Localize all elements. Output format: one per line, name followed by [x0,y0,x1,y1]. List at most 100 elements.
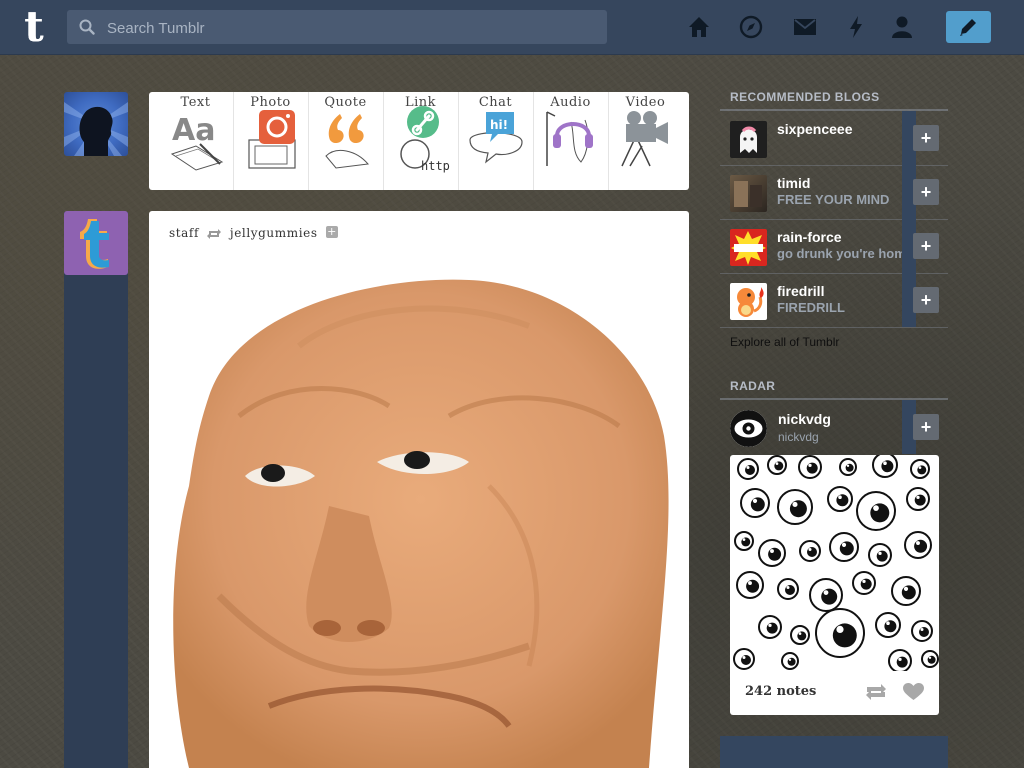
tumblr-logo[interactable]: t [14,6,54,48]
googly-eye [815,608,865,658]
silhouette-icon [64,102,128,156]
blog-avatar[interactable] [730,229,767,266]
svg-text:http: http [421,159,450,173]
blog-subtitle: FIREDRILL [777,300,845,315]
link-icon: http [400,106,450,173]
reblog-icon [207,228,222,239]
googly-eye [921,650,939,668]
googly-eye [852,571,876,595]
account-icon[interactable] [889,14,915,40]
googly-eye [891,576,921,606]
googly-eye [781,652,799,670]
googly-eye [809,578,843,612]
dashboard-post: staff jellygummies + [149,211,689,768]
googly-eye [790,625,810,645]
post-type-audio[interactable]: Audio [533,92,609,190]
post-type-photo[interactable]: Photo [233,92,309,190]
inbox-icon[interactable] [792,14,818,40]
search-box[interactable] [67,10,607,46]
post-type-text[interactable]: Text Aa [158,92,234,190]
search-input[interactable] [105,10,589,46]
radar-post-image[interactable] [730,455,939,673]
radar-blog-item[interactable]: nickvdg nickvdg + [720,400,948,454]
googly-eye [736,571,764,599]
eye-icon [730,410,767,447]
blog-avatar[interactable] [730,283,767,320]
post-type-chat[interactable]: Chat hi! [458,92,534,190]
radar-blog-avatar[interactable] [730,410,767,447]
googly-eye [758,615,782,639]
googly-eye [856,491,896,531]
chat-icon: hi! [469,112,523,164]
googly-eye [888,649,912,673]
follow-button[interactable]: + [913,233,939,259]
radar-blog-subtitle: nickvdg [778,430,819,444]
explore-icon[interactable] [738,14,764,40]
home-icon[interactable] [686,14,712,40]
follow-button[interactable]: + [913,179,939,205]
quote-icon [325,114,369,169]
post-avatar-rail [64,212,128,768]
radar-heading: RADAR [730,379,776,393]
svg-text:hi!: hi! [490,118,508,132]
follow-button[interactable]: + [913,414,939,440]
radar-blog-name[interactable]: nickvdg [778,411,831,427]
follow-button[interactable]: + [913,287,939,313]
charmander-icon [737,287,764,317]
googly-eye [798,455,822,479]
blog-name[interactable]: rain-force [777,229,842,245]
post-type-quote[interactable]: Quote [308,92,384,190]
googly-eye [758,539,786,567]
post-type-bar: Text Aa Photo Quote Link http Chat hi! A… [149,92,689,190]
pencil-icon [960,19,976,36]
sidebar-footer-strip [720,736,948,768]
googly-eye [904,531,932,559]
googly-eye [799,540,821,562]
reblog-icon[interactable] [865,683,887,701]
search-icon [79,19,95,35]
googly-eye [740,488,770,518]
radar-post[interactable]: 242 notes [730,455,939,715]
googly-eye [906,487,930,511]
activity-icon[interactable] [843,14,869,40]
recommended-blog-item[interactable]: firedrill FIREDRILL + [720,273,948,328]
googly-eye [737,458,759,480]
recommended-blog-item[interactable]: sixpenceee + [720,111,948,166]
user-avatar[interactable] [64,92,128,156]
post-type-video[interactable]: Video [608,92,683,190]
blog-name[interactable]: sixpenceee [777,121,853,137]
blog-name[interactable]: firedrill [777,283,824,299]
audio-icon [546,111,593,166]
blog-avatar[interactable] [730,121,767,158]
staff-avatar[interactable] [64,211,128,275]
googly-eye [733,648,755,670]
googly-eye [839,458,857,476]
blog-name[interactable]: timid [777,175,810,191]
follow-plus-icon[interactable]: + [326,226,339,238]
googly-eye [872,455,898,478]
svg-text:Aa: Aa [172,113,215,148]
googly-eye [911,620,933,642]
notes-count[interactable]: 242 notes [745,684,816,699]
comic-burst-icon [731,231,766,265]
explore-all-link[interactable]: Explore all of Tumblr [730,335,839,349]
follow-button[interactable]: + [913,125,939,151]
googly-eye [829,532,859,562]
googly-eye [875,612,901,638]
recommended-blog-item[interactable]: timid FREE YOUR MIND + [720,165,948,220]
like-heart-icon[interactable] [903,683,924,701]
compose-button[interactable] [946,11,991,43]
post-header: staff jellygummies + [169,226,339,240]
post-author[interactable]: staff [169,226,199,240]
recommended-blog-item[interactable]: rain-force go drunk you're hom + [720,219,948,274]
post-type-link[interactable]: Link http [383,92,459,190]
blog-subtitle: go drunk you're hom [777,246,906,261]
googly-eye [777,489,813,525]
post-reblogged-from[interactable]: jellygummies [230,226,318,240]
photo-thumbnail-icon [734,181,762,207]
photo-icon [248,110,296,169]
blog-avatar[interactable] [730,175,767,212]
post-photo[interactable] [149,266,689,768]
top-navigation-bar: t [0,0,1024,55]
ghost-icon [740,126,757,153]
